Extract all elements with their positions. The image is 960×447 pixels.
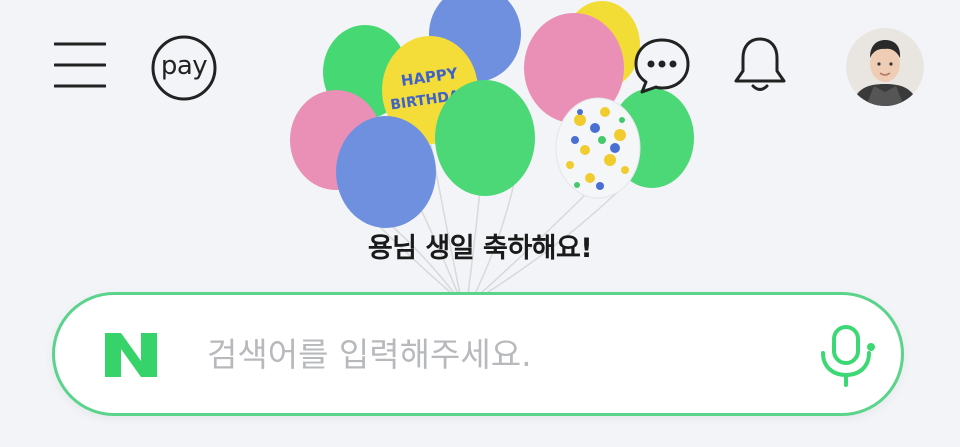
naver-n-logo-icon xyxy=(105,333,157,377)
chat-button[interactable] xyxy=(632,36,692,96)
profile-avatar[interactable] xyxy=(846,28,924,106)
naver-logo[interactable] xyxy=(101,325,161,385)
voice-search-button[interactable] xyxy=(815,323,877,387)
hamburger-menu-icon xyxy=(53,42,107,88)
microphone-icon xyxy=(821,325,875,387)
bell-icon xyxy=(734,37,786,91)
pay-label: pay xyxy=(160,51,208,81)
notification-button[interactable] xyxy=(730,33,790,95)
top-bar: pay HAPPY BIRTHDAY xyxy=(0,0,960,295)
avatar-photo-icon xyxy=(846,28,924,106)
chat-bubble-icon xyxy=(634,38,690,94)
birthday-message: 용님 생일 축하해요! xyxy=(367,233,593,264)
menu-button[interactable] xyxy=(53,40,107,90)
pay-button[interactable]: pay xyxy=(151,35,217,101)
search-box xyxy=(52,292,904,416)
search-input[interactable] xyxy=(207,323,767,385)
